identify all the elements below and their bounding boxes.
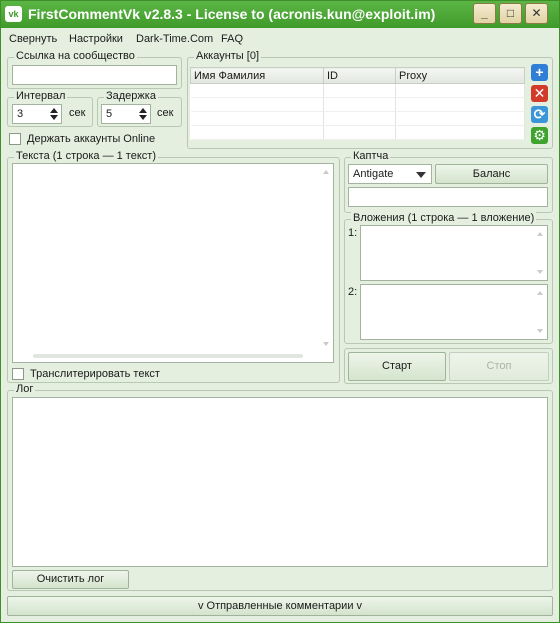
delay-value: 5 [106, 108, 113, 120]
column-header-name[interactable]: Имя Фамилия [190, 67, 324, 84]
attachment-slot-1-label: 1: [348, 227, 358, 239]
attachment-2-scrollbar[interactable] [535, 287, 545, 337]
vk-logo-icon: vk [5, 6, 22, 22]
keep-online-checkbox[interactable] [9, 133, 21, 145]
transliterate-label: Транслитерировать текст [30, 368, 160, 380]
menu-item-settings[interactable]: Настройки [69, 33, 123, 45]
start-button[interactable]: Старт [348, 352, 446, 381]
clear-log-button[interactable]: Очистить лог [12, 570, 129, 589]
table-row[interactable] [190, 97, 525, 112]
accounts-table[interactable]: Имя Фамилия ID Proxy [190, 67, 525, 140]
column-header-proxy[interactable]: Proxy [395, 67, 525, 84]
maximize-button[interactable]: □ [499, 3, 522, 24]
delay-label: Задержка [104, 90, 158, 102]
accounts-label: Аккаунты [0] [194, 50, 262, 62]
log-label: Лог [14, 383, 36, 395]
minimize-button[interactable]: _ [473, 3, 496, 24]
chevron-down-icon [416, 172, 426, 178]
texts-label: Текста (1 строка — 1 текст) [14, 150, 158, 162]
attachment-slot-2-label: 2: [348, 286, 358, 298]
attachments-label: Вложения (1 строка — 1 вложение) [351, 212, 537, 224]
log-textarea[interactable] [12, 397, 548, 567]
table-row[interactable] [190, 125, 525, 140]
menu-item-dark-time[interactable]: Dark-Time.Com [136, 33, 213, 45]
keep-online-label: Держать аккаунты Online [27, 133, 156, 145]
sent-comments-toggle[interactable]: v Отправленные комментарии v [7, 596, 553, 616]
captcha-service-select[interactable]: Antigate [348, 164, 432, 184]
delete-icon[interactable]: ✕ [531, 85, 548, 102]
menu-item-faq[interactable]: FAQ [221, 33, 243, 45]
close-button[interactable]: ✕ [525, 3, 548, 24]
column-header-id[interactable]: ID [323, 67, 396, 84]
interval-unit: сек [69, 107, 86, 119]
interval-spinner[interactable]: 3 [12, 104, 62, 124]
spin-up-icon[interactable] [50, 108, 58, 113]
add-icon[interactable]: + [531, 64, 548, 81]
app-window: vk FirstCommentVk v2.8.3 - License to (a… [0, 0, 560, 623]
texts-vertical-scrollbar[interactable] [321, 166, 331, 350]
settings-icon[interactable]: ⚙ [531, 127, 548, 144]
captcha-label: Каптча [351, 150, 391, 162]
balance-button[interactable]: Баланс [435, 164, 548, 184]
title-bar[interactable]: vk FirstCommentVk v2.8.3 - License to (a… [1, 1, 559, 28]
spin-down-icon[interactable] [50, 115, 58, 120]
menu-bar: Свернуть Настройки Dark-Time.Com FAQ [1, 29, 559, 49]
menu-item-collapse[interactable]: Свернуть [9, 33, 57, 45]
window-title: FirstCommentVk v2.8.3 - License to (acro… [28, 6, 436, 22]
attachment-1-scrollbar[interactable] [535, 228, 545, 278]
transliterate-checkbox[interactable] [12, 368, 24, 380]
attachment-slot-1-textarea[interactable] [360, 225, 548, 281]
table-row[interactable] [190, 83, 525, 98]
community-label: Ссылка на сообщество [14, 50, 137, 62]
delay-unit: сек [157, 107, 174, 119]
stop-button[interactable]: Стоп [449, 352, 549, 381]
captcha-key-input[interactable] [348, 187, 548, 207]
interval-label: Интервал [14, 90, 68, 102]
spin-up-icon[interactable] [139, 108, 147, 113]
spin-down-icon[interactable] [139, 115, 147, 120]
texts-textarea[interactable] [12, 163, 334, 363]
captcha-service-value: Antigate [353, 168, 394, 180]
refresh-icon[interactable]: ⟳ [531, 106, 548, 123]
accounts-header-row: Имя Фамилия ID Proxy [190, 67, 525, 84]
delay-spinner[interactable]: 5 [101, 104, 151, 124]
table-row[interactable] [190, 111, 525, 126]
texts-horizontal-scrollbar[interactable] [15, 352, 315, 360]
interval-value: 3 [17, 108, 24, 120]
community-input[interactable] [12, 65, 177, 85]
attachment-slot-2-textarea[interactable] [360, 284, 548, 340]
